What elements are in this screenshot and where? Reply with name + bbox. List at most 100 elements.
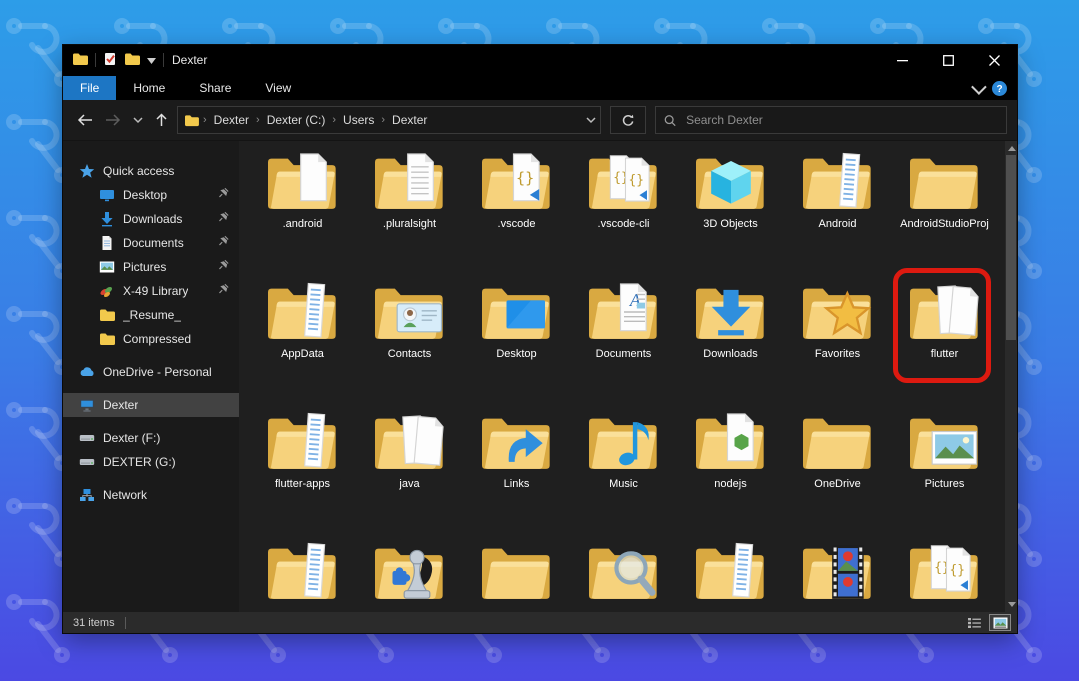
qat-separator bbox=[163, 53, 164, 67]
svg-text:{}: {} bbox=[516, 169, 534, 187]
file-item-vscode[interactable]: {}.vscode bbox=[463, 147, 570, 277]
minimize-button[interactable] bbox=[879, 45, 925, 75]
drive-icon bbox=[79, 430, 95, 446]
file-item-androidstudioproj[interactable]: AndroidStudioProj bbox=[891, 147, 998, 277]
sidebar-item-label: Pictures bbox=[123, 260, 166, 274]
file-item-desktop[interactable]: Desktop bbox=[463, 277, 570, 407]
up-button[interactable] bbox=[155, 113, 168, 127]
sidebar-item-compressed[interactable]: Compressed bbox=[63, 327, 239, 351]
file-item-nodejs[interactable]: nodejs bbox=[677, 407, 784, 537]
file-item-java[interactable]: java bbox=[356, 407, 463, 537]
address-dropdown-icon[interactable] bbox=[586, 117, 596, 124]
qat-customize-button[interactable] bbox=[147, 53, 156, 67]
file-item-vscode-cli[interactable]: {}{}.vscode-cli bbox=[570, 147, 677, 277]
help-icon[interactable]: ? bbox=[992, 81, 1007, 96]
file-item-flutter-apps[interactable]: flutter-apps bbox=[249, 407, 356, 537]
path-segment[interactable]: Dexter bbox=[211, 113, 252, 127]
search-icon bbox=[664, 114, 676, 127]
file-item-android[interactable]: Android bbox=[784, 147, 891, 277]
close-button[interactable] bbox=[971, 45, 1017, 75]
scrollbar-thumb[interactable] bbox=[1006, 155, 1016, 340]
search-box[interactable] bbox=[655, 106, 1007, 134]
sidebar-item-quick-access[interactable]: Quick access bbox=[63, 159, 239, 183]
tab-view[interactable]: View bbox=[248, 76, 308, 100]
new-folder-button[interactable] bbox=[124, 52, 140, 69]
folder-icon bbox=[902, 407, 988, 477]
sidebar-item-label: Compressed bbox=[123, 332, 191, 346]
pin-icon bbox=[218, 283, 231, 299]
sidebar-item-dexter[interactable]: Dexter bbox=[63, 393, 239, 417]
folder-icon bbox=[99, 307, 115, 323]
refresh-button[interactable] bbox=[610, 106, 646, 134]
sidebar-item-dexter-g[interactable]: DEXTER (G:) bbox=[63, 450, 239, 474]
svg-text:{}: {} bbox=[949, 563, 965, 578]
folder-icon bbox=[902, 147, 988, 217]
file-item-android[interactable]: .android bbox=[249, 147, 356, 277]
file-item-3d-objects[interactable]: 3D Objects bbox=[677, 147, 784, 277]
sidebar-item-desktop[interactable]: Desktop bbox=[63, 183, 239, 207]
file-item-flutter[interactable]: flutter bbox=[891, 277, 998, 407]
file-grid: .android.pluralsight{}.vscode{}{}.vscode… bbox=[249, 147, 998, 612]
scroll-up-icon[interactable] bbox=[1008, 146, 1016, 151]
recent-locations-icon[interactable] bbox=[133, 117, 143, 124]
folder-icon bbox=[688, 537, 774, 607]
folder-icon bbox=[367, 537, 453, 607]
file-item-pictures[interactable]: Pictures bbox=[891, 407, 998, 537]
folder-icon bbox=[260, 277, 346, 347]
file-item-favorites[interactable]: Favorites bbox=[784, 277, 891, 407]
file-item-partial[interactable] bbox=[356, 537, 463, 612]
path-segment[interactable]: Users bbox=[340, 113, 377, 127]
file-item-label: Music bbox=[576, 478, 672, 491]
maximize-button[interactable] bbox=[925, 45, 971, 75]
file-item-partial[interactable] bbox=[463, 537, 570, 612]
file-item-contacts[interactable]: Contacts bbox=[356, 277, 463, 407]
folder-icon: {}{} bbox=[581, 147, 667, 217]
address-bar[interactable]: › Dexter › Dexter (C:) › Users › Dexter bbox=[177, 106, 601, 134]
tab-file[interactable]: File bbox=[63, 76, 116, 100]
back-button[interactable] bbox=[77, 114, 93, 126]
file-item-music[interactable]: Music bbox=[570, 407, 677, 537]
file-item-appdata[interactable]: AppData bbox=[249, 277, 356, 407]
large-icons-view-button[interactable] bbox=[989, 614, 1011, 631]
sidebar-item-pictures[interactable]: Pictures bbox=[63, 255, 239, 279]
file-item-label: AppData bbox=[255, 348, 351, 361]
sidebar-item-onedrive-personal[interactable]: OneDrive - Personal bbox=[63, 360, 239, 384]
file-item-partial[interactable]: {}{} bbox=[891, 537, 998, 612]
pin-icon bbox=[218, 259, 231, 275]
folder-icon bbox=[795, 537, 881, 607]
file-item-label: Favorites bbox=[790, 348, 886, 361]
file-item-partial[interactable] bbox=[677, 537, 784, 612]
file-item-documents[interactable]: ADocuments bbox=[570, 277, 677, 407]
sidebar-item-network[interactable]: Network bbox=[63, 483, 239, 507]
vertical-scrollbar[interactable] bbox=[1005, 141, 1017, 612]
sidebar-item-resume[interactable]: _Resume_ bbox=[63, 303, 239, 327]
properties-button[interactable] bbox=[103, 52, 117, 69]
path-segment[interactable]: Dexter bbox=[389, 113, 430, 127]
file-item-pluralsight[interactable]: .pluralsight bbox=[356, 147, 463, 277]
search-input[interactable] bbox=[684, 112, 998, 128]
desktop-icon bbox=[99, 187, 115, 203]
path-segment[interactable]: Dexter (C:) bbox=[264, 113, 329, 127]
document-icon bbox=[99, 235, 115, 251]
file-item-links[interactable]: Links bbox=[463, 407, 570, 537]
file-item-partial[interactable] bbox=[249, 537, 356, 612]
forward-button[interactable] bbox=[105, 114, 121, 126]
file-item-label: Documents bbox=[576, 348, 672, 361]
file-item-partial[interactable] bbox=[784, 537, 891, 612]
file-item-downloads[interactable]: Downloads bbox=[677, 277, 784, 407]
address-toolbar: › Dexter › Dexter (C:) › Users › Dexter bbox=[63, 100, 1017, 141]
file-item-label: flutter bbox=[897, 348, 993, 361]
scroll-down-icon[interactable] bbox=[1008, 602, 1016, 607]
sidebar-item-x-49-library[interactable]: X-49 Library bbox=[63, 279, 239, 303]
sidebar-item-downloads[interactable]: Downloads bbox=[63, 207, 239, 231]
sidebar-item-dexter-f[interactable]: Dexter (F:) bbox=[63, 426, 239, 450]
tab-share[interactable]: Share bbox=[182, 76, 248, 100]
folder-icon bbox=[367, 147, 453, 217]
file-item-onedrive[interactable]: OneDrive bbox=[784, 407, 891, 537]
svg-text:{}: {} bbox=[628, 173, 644, 188]
sidebar-item-documents[interactable]: Documents bbox=[63, 231, 239, 255]
tab-home[interactable]: Home bbox=[116, 76, 182, 100]
file-item-partial[interactable] bbox=[570, 537, 677, 612]
details-view-button[interactable] bbox=[963, 614, 985, 631]
ribbon-collapse-icon[interactable] bbox=[971, 79, 987, 95]
